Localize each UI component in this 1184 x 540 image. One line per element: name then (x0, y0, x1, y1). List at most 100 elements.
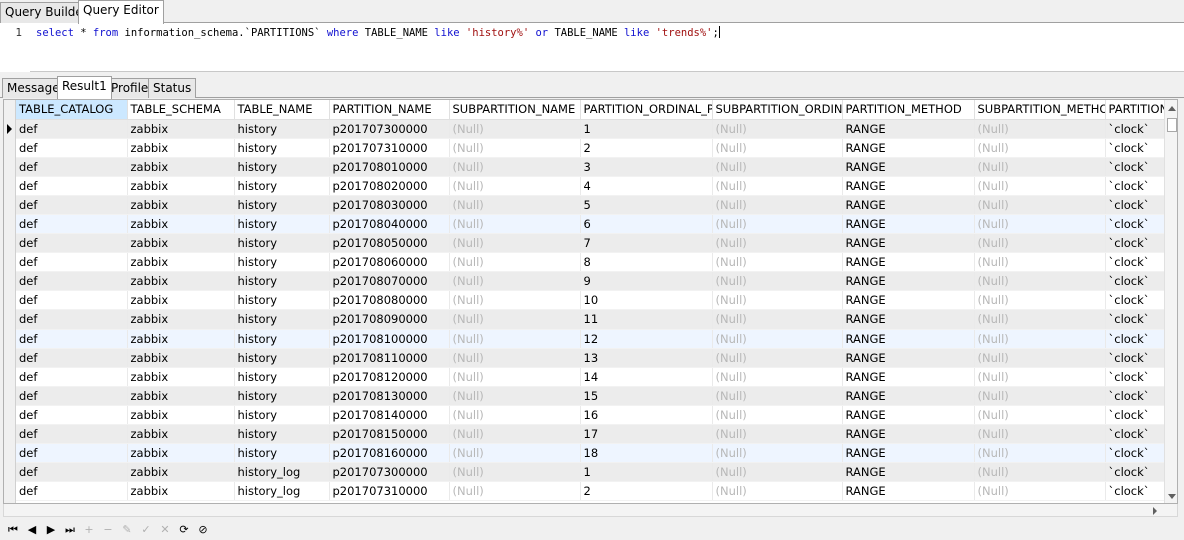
table-cell[interactable]: history (234, 329, 330, 349)
table-cell[interactable]: p201708090000 (329, 309, 450, 330)
table-cell[interactable]: (Null) (449, 195, 581, 215)
table-cell[interactable]: (Null) (974, 348, 1106, 368)
table-cell[interactable]: RANGE (842, 309, 975, 330)
table-cell[interactable]: `clock` (1105, 386, 1165, 406)
table-cell[interactable]: `clock` (1105, 462, 1165, 483)
table-cell[interactable]: RANGE (842, 367, 975, 387)
table-cell[interactable]: `clock` (1105, 290, 1165, 311)
table-cell[interactable]: (Null) (712, 405, 843, 426)
column-header[interactable]: SUBPARTITION_NAME (449, 100, 581, 120)
table-cell[interactable]: (Null) (712, 462, 843, 483)
table-cell[interactable]: 13 (580, 348, 713, 368)
table-row[interactable]: def zabbix history p201708020000 (Null) 4 (Nul… (16, 176, 1165, 196)
table-cell[interactable]: zabbix (127, 367, 235, 387)
table-cell[interactable]: 10 (580, 290, 713, 311)
table-cell[interactable]: (Null) (974, 309, 1106, 330)
scroll-down-icon[interactable] (1168, 494, 1176, 499)
table-cell[interactable]: p201708150000 (329, 424, 450, 445)
table-cell[interactable]: history (234, 252, 330, 273)
table-cell[interactable]: (Null) (712, 233, 843, 254)
table-cell[interactable]: p201708080000 (329, 290, 450, 311)
table-cell[interactable]: (Null) (449, 157, 581, 177)
column-header[interactable]: SUBPARTITION_ORDINAL (712, 100, 843, 120)
table-cell[interactable]: def (16, 214, 128, 235)
table-row[interactable]: def zabbix history_log p201707310000 (Null) 2… (16, 481, 1165, 502)
table-cell[interactable]: (Null) (449, 462, 581, 483)
table-cell[interactable]: (Null) (712, 481, 843, 502)
table-cell[interactable]: (Null) (449, 119, 581, 139)
tab-result1[interactable]: Result1 (57, 76, 112, 99)
table-cell[interactable]: def (16, 481, 128, 502)
table-cell[interactable]: (Null) (712, 348, 843, 368)
table-cell[interactable]: (Null) (449, 386, 581, 406)
column-header[interactable]: PARTITION_METHOD (842, 100, 975, 120)
scroll-right-icon[interactable] (1153, 507, 1157, 515)
table-row[interactable]: def zabbix history p201708120000 (Null) 14 (Nu… (16, 367, 1165, 387)
table-cell[interactable]: zabbix (127, 119, 235, 139)
table-row[interactable]: def zabbix history p201707300000 (Null) 1 (Nul… (16, 119, 1165, 139)
tab-query-editor[interactable]: Query Editor (78, 0, 164, 24)
table-row[interactable]: def zabbix history p201708070000 (Null) 9 (Nul… (16, 271, 1165, 292)
column-header[interactable]: TABLE_SCHEMA (127, 100, 235, 120)
table-cell[interactable]: def (16, 119, 128, 139)
table-cell[interactable]: zabbix (127, 290, 235, 311)
table-row[interactable]: def zabbix history p201708150000 (Null) 17 (Nu… (16, 424, 1165, 445)
table-cell[interactable]: (Null) (712, 119, 843, 139)
table-row[interactable]: def zabbix history p201708130000 (Null) 15 (Nu… (16, 386, 1165, 406)
column-header[interactable]: SUBPARTITION_METHOD (974, 100, 1106, 120)
table-cell[interactable]: 15 (580, 386, 713, 406)
table-cell[interactable]: (Null) (974, 424, 1106, 445)
table-cell[interactable]: history (234, 119, 330, 139)
table-cell[interactable]: def (16, 271, 128, 292)
table-cell[interactable]: RANGE (842, 443, 975, 464)
table-cell[interactable]: def (16, 405, 128, 426)
table-cell[interactable]: zabbix (127, 405, 235, 426)
prev-record-button[interactable]: ◀ (25, 523, 39, 537)
table-cell[interactable]: def (16, 386, 128, 406)
table-cell[interactable]: p201708120000 (329, 367, 450, 387)
table-cell[interactable]: RANGE (842, 271, 975, 292)
table-cell[interactable]: zabbix (127, 329, 235, 349)
table-cell[interactable]: (Null) (449, 424, 581, 445)
table-cell[interactable]: zabbix (127, 138, 235, 158)
table-cell[interactable]: def (16, 138, 128, 158)
table-cell[interactable]: history (234, 424, 330, 445)
table-cell[interactable]: (Null) (449, 481, 581, 502)
table-cell[interactable]: history (234, 214, 330, 235)
table-cell[interactable]: (Null) (449, 252, 581, 273)
table-cell[interactable]: 18 (580, 443, 713, 464)
table-cell[interactable]: (Null) (449, 348, 581, 368)
table-cell[interactable]: (Null) (449, 233, 581, 254)
table-cell[interactable]: 4 (580, 176, 713, 196)
table-cell[interactable]: def (16, 176, 128, 196)
table-row[interactable]: def zabbix history p201708140000 (Null) 16 (Nu… (16, 405, 1165, 426)
next-record-button[interactable]: ▶ (44, 523, 58, 537)
edit-record-button[interactable]: ✎ (120, 523, 134, 537)
sql-text[interactable]: select * from information_schema.`PARTIT… (36, 26, 720, 40)
table-cell[interactable]: (Null) (449, 367, 581, 387)
table-cell[interactable]: (Null) (974, 386, 1106, 406)
table-cell[interactable]: def (16, 233, 128, 254)
table-cell[interactable]: def (16, 329, 128, 349)
table-cell[interactable]: history_log (234, 481, 330, 502)
table-cell[interactable]: history (234, 290, 330, 311)
table-cell[interactable]: zabbix (127, 424, 235, 445)
table-cell[interactable]: def (16, 309, 128, 330)
table-cell[interactable]: 16 (580, 405, 713, 426)
table-cell[interactable]: RANGE (842, 157, 975, 177)
table-cell[interactable]: `clock` (1105, 309, 1165, 330)
table-row[interactable]: def zabbix history p201708160000 (Null) 18 (Nu… (16, 443, 1165, 464)
table-cell[interactable]: `clock` (1105, 252, 1165, 273)
table-cell[interactable]: (Null) (449, 329, 581, 349)
table-row[interactable]: def zabbix history_log p201707300000 (Null) 1… (16, 462, 1165, 483)
table-row[interactable]: def zabbix history p201708110000 (Null) 13 (Nu… (16, 348, 1165, 368)
table-cell[interactable]: `clock` (1105, 405, 1165, 426)
table-cell[interactable]: (Null) (449, 214, 581, 235)
table-cell[interactable]: `clock` (1105, 271, 1165, 292)
table-cell[interactable]: `clock` (1105, 348, 1165, 368)
table-cell[interactable]: (Null) (449, 443, 581, 464)
table-cell[interactable]: zabbix (127, 348, 235, 368)
tab-message[interactable]: Message (2, 78, 65, 98)
table-cell[interactable]: RANGE (842, 462, 975, 483)
table-cell[interactable]: `clock` (1105, 443, 1165, 464)
